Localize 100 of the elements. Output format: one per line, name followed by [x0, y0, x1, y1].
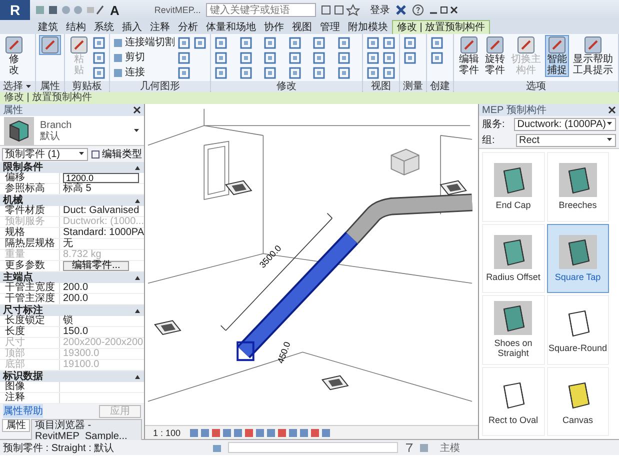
ribbon-tab[interactable]: 修改 | 放置预制构件	[392, 20, 490, 34]
property-value: 150.0	[63, 326, 88, 337]
edit-type-button[interactable]: 编辑类型	[91, 147, 142, 161]
group-dropdown[interactable]: Rect	[516, 134, 616, 146]
property-group-header[interactable]: 机械	[0, 195, 144, 206]
application-menu-button[interactable]: R	[0, 0, 30, 20]
fitting-tile[interactable]: Square Tap	[546, 224, 609, 293]
instance-dropdown[interactable]: 预制零件 (1)	[2, 148, 88, 160]
tool-icon[interactable]	[177, 36, 191, 50]
workset-field[interactable]	[228, 442, 398, 453]
ribbon-button[interactable]: 修改	[3, 35, 25, 77]
tool-icon[interactable]	[312, 36, 326, 50]
fitting-tile[interactable]: Breeches	[546, 152, 609, 222]
ribbon-button[interactable]	[39, 35, 61, 55]
tool-icon[interactable]	[214, 50, 228, 64]
tool-icon[interactable]	[382, 50, 396, 64]
caret-icon[interactable]	[25, 84, 32, 90]
tool-icon[interactable]	[288, 50, 302, 64]
tool-icon[interactable]	[336, 50, 350, 64]
ribbon-button[interactable]: 旋转零件	[483, 35, 507, 77]
ribbon-button[interactable]: 剪切	[113, 52, 145, 64]
ribbon-tab[interactable]: 管理	[316, 21, 344, 34]
ribbon-tab[interactable]: 插入	[118, 21, 146, 34]
worksets-icon[interactable]	[212, 442, 222, 452]
tool-icon[interactable]	[214, 36, 228, 50]
tool-icon[interactable]	[366, 66, 380, 80]
ribbon-button[interactable]: 连接	[113, 66, 145, 78]
fitting-tile[interactable]: End Cap	[482, 152, 544, 222]
ribbon-button[interactable]: 显示帮助工具提示	[571, 35, 615, 77]
tool-icon[interactable]	[92, 66, 106, 80]
fitting-tile[interactable]: Square-Round	[546, 295, 609, 364]
tool-icon[interactable]	[382, 36, 396, 50]
ribbon-tab[interactable]: 结构	[62, 21, 90, 34]
collapse-icon[interactable]	[134, 164, 141, 170]
tool-icon[interactable]	[238, 36, 252, 50]
help-icon[interactable]	[412, 4, 424, 16]
property-group-header[interactable]: 尺寸标注	[0, 305, 144, 316]
collapse-icon[interactable]	[134, 274, 141, 280]
tool-icon[interactable]	[263, 36, 277, 50]
ribbon-tab[interactable]: 附加模块	[344, 21, 392, 34]
collapse-icon[interactable]	[134, 308, 141, 314]
tool-icon[interactable]	[238, 66, 252, 80]
ribbon-button[interactable]: 智能捕捉	[545, 35, 569, 77]
tool-icon[interactable]	[403, 36, 417, 50]
edit-part-button[interactable]: 编辑零件...	[63, 261, 130, 271]
fitting-tile[interactable]: Radius Offset	[482, 224, 544, 293]
quick-access-toolbar-icon[interactable]	[35, 4, 105, 16]
search-field[interactable]: 键入关键字或短语	[206, 3, 316, 17]
ribbon-button[interactable]: 连接端切割	[113, 36, 175, 48]
ribbon-tab[interactable]: 建筑	[34, 21, 62, 34]
fitting-tile[interactable]: Shoes on Straight	[482, 295, 544, 364]
properties-help-link[interactable]: 属性帮助	[3, 404, 43, 418]
exchange-icon[interactable]	[394, 4, 407, 16]
tool-icon[interactable]	[312, 50, 326, 64]
tool-icon[interactable]	[92, 50, 106, 64]
window-controls-icon[interactable]	[428, 4, 459, 16]
ribbon-tab[interactable]: 注释	[146, 21, 174, 34]
tool-icon[interactable]	[312, 66, 326, 80]
ribbon-button[interactable]: 编辑零件	[457, 35, 481, 77]
tool-icon[interactable]	[177, 66, 191, 80]
tool-icon[interactable]	[430, 50, 444, 64]
login-link[interactable]: 登录	[370, 3, 390, 17]
tool-icon[interactable]	[366, 50, 380, 64]
service-dropdown[interactable]: Ductwork: (1000PA)	[514, 118, 616, 130]
tool-icon[interactable]	[403, 50, 417, 64]
text-tool-button[interactable]: A	[110, 2, 120, 18]
ribbon-tab[interactable]: 分析	[174, 21, 202, 34]
tool-icon[interactable]	[288, 36, 302, 50]
ribbon-tab[interactable]: 视图	[288, 21, 316, 34]
tool-icon[interactable]	[263, 66, 277, 80]
property-value: 200x200-200x200	[63, 337, 144, 348]
view-cube-icon[interactable]	[390, 148, 420, 176]
caret-icon[interactable]	[133, 128, 140, 134]
tool-icon[interactable]	[288, 66, 302, 80]
close-icon[interactable]	[608, 106, 616, 114]
tool-icon[interactable]	[263, 50, 277, 64]
property-group-header[interactable]: 限制条件	[0, 162, 144, 173]
tool-icon[interactable]	[336, 66, 350, 80]
view-scale[interactable]: 1 : 100	[153, 428, 181, 438]
tool-icon[interactable]	[193, 36, 207, 50]
tool-icon[interactable]	[430, 36, 444, 50]
collapse-icon[interactable]	[134, 374, 141, 380]
collapse-icon[interactable]	[134, 198, 141, 204]
ribbon-tab[interactable]: 系统	[90, 21, 118, 34]
tool-icon[interactable]	[177, 50, 191, 64]
fitting-tile[interactable]: Rect to Oval	[482, 366, 544, 436]
panel-tab[interactable]: 属性	[2, 419, 30, 432]
fitting-tile[interactable]: Canvas	[546, 366, 609, 436]
tool-icon[interactable]	[382, 66, 396, 80]
ribbon-tab[interactable]: 体量和场地	[202, 21, 260, 34]
ribbon-tab[interactable]: 协作	[260, 21, 288, 34]
offset-field[interactable]: 1200.0	[63, 173, 139, 183]
tool-icon[interactable]	[238, 50, 252, 64]
tool-icon[interactable]	[336, 36, 350, 50]
tool-icon[interactable]	[214, 66, 228, 80]
close-icon[interactable]	[133, 106, 141, 114]
property-group-header[interactable]: 标识数据	[0, 371, 144, 382]
tool-icon[interactable]	[366, 36, 380, 50]
property-group-header[interactable]: 主端点	[0, 272, 144, 283]
tool-icon[interactable]	[92, 36, 106, 50]
